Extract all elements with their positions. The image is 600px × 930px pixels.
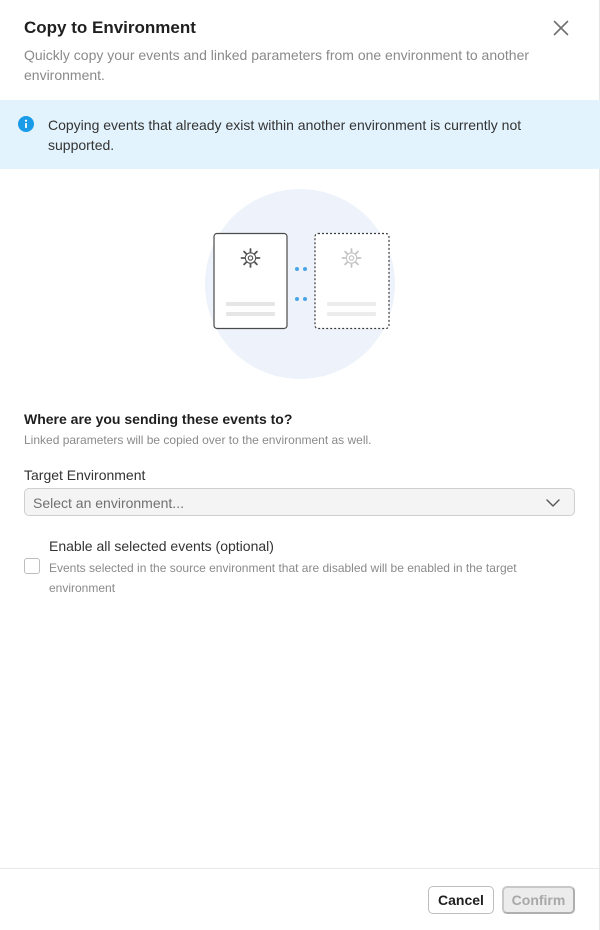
target-environment-select[interactable]: Select an environment...	[24, 488, 575, 516]
connector-dot	[295, 267, 299, 271]
info-icon	[18, 116, 34, 132]
enable-events-label: Enable all selected events (optional)	[49, 538, 274, 554]
confirm-button[interactable]: Confirm	[502, 886, 575, 914]
dialog-subtitle: Quickly copy your events and linked para…	[24, 47, 530, 83]
target-environment-placeholder: Select an environment...	[33, 495, 184, 511]
copy-to-environment-dialog: Copy to Environment Quickly copy your ev…	[0, 0, 600, 930]
enable-events-description: Events selected in the source environmen…	[49, 561, 517, 595]
chevron-down-icon	[546, 499, 560, 507]
destination-description: Linked parameters will be copied over to…	[24, 433, 372, 447]
copy-illustration	[205, 189, 395, 379]
close-button[interactable]	[548, 15, 574, 41]
destination-title: Where are you sending these events to?	[24, 411, 293, 427]
connector-dot	[303, 267, 307, 271]
enable-events-checkbox[interactable]	[24, 558, 40, 574]
connector-dot	[295, 297, 299, 301]
connector-dot	[303, 297, 307, 301]
dialog-header: Copy to Environment Quickly copy your ev…	[0, 0, 600, 100]
info-banner-text: Copying events that already exist within…	[48, 117, 522, 153]
close-icon	[553, 20, 569, 36]
cancel-button[interactable]: Cancel	[428, 886, 494, 914]
dialog-title: Copy to Environment	[24, 18, 196, 37]
target-environment-label: Target Environment	[24, 467, 146, 483]
